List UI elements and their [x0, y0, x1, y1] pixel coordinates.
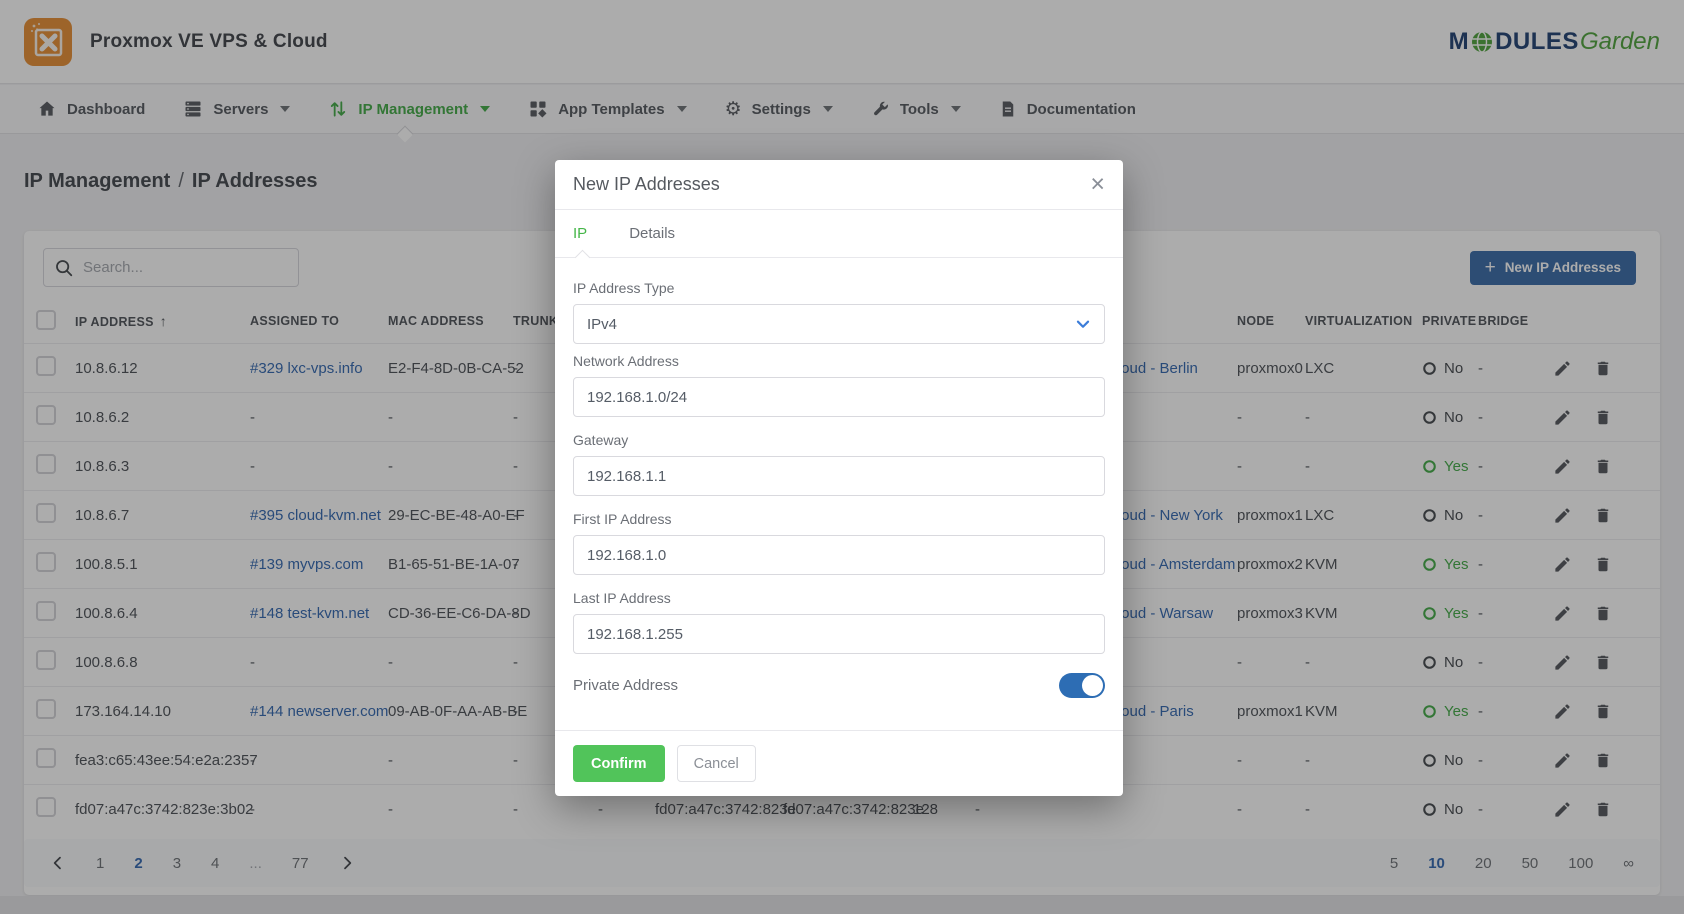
close-icon[interactable]: × [1090, 172, 1105, 197]
tab-details[interactable]: Details [629, 225, 675, 242]
field-label: IP Address Type [573, 280, 1105, 296]
tab-ip[interactable]: IP [573, 225, 587, 242]
field-label: Last IP Address [573, 590, 1105, 606]
gateway-field[interactable] [573, 456, 1105, 496]
modal-header: New IP Addresses × [555, 160, 1123, 210]
private-address-toggle[interactable] [1059, 673, 1105, 698]
modal-body: IP Address Type IPv4 Network Address Gat… [555, 258, 1123, 730]
ip-address-type-select[interactable]: IPv4 [573, 304, 1105, 344]
cancel-button[interactable]: Cancel [677, 745, 756, 782]
toggle-knob [1082, 675, 1103, 696]
field-label: Gateway [573, 432, 1105, 448]
private-address-row: Private Address [573, 673, 1105, 698]
toggle-label: Private Address [573, 677, 678, 694]
modal-title: New IP Addresses [573, 174, 720, 195]
network-address-field[interactable] [573, 377, 1105, 417]
new-ip-addresses-modal: New IP Addresses × IP Details IP Address… [555, 160, 1123, 796]
modal-tabs: IP Details [555, 210, 1123, 258]
confirm-button[interactable]: Confirm [573, 745, 665, 782]
modal-footer: Confirm Cancel [555, 730, 1123, 796]
chevron-down-icon [1072, 313, 1094, 335]
field-label: Network Address [573, 353, 1105, 369]
last-ip-address-field[interactable] [573, 614, 1105, 654]
field-label: First IP Address [573, 511, 1105, 527]
select-value: IPv4 [587, 316, 617, 333]
first-ip-address-field[interactable] [573, 535, 1105, 575]
